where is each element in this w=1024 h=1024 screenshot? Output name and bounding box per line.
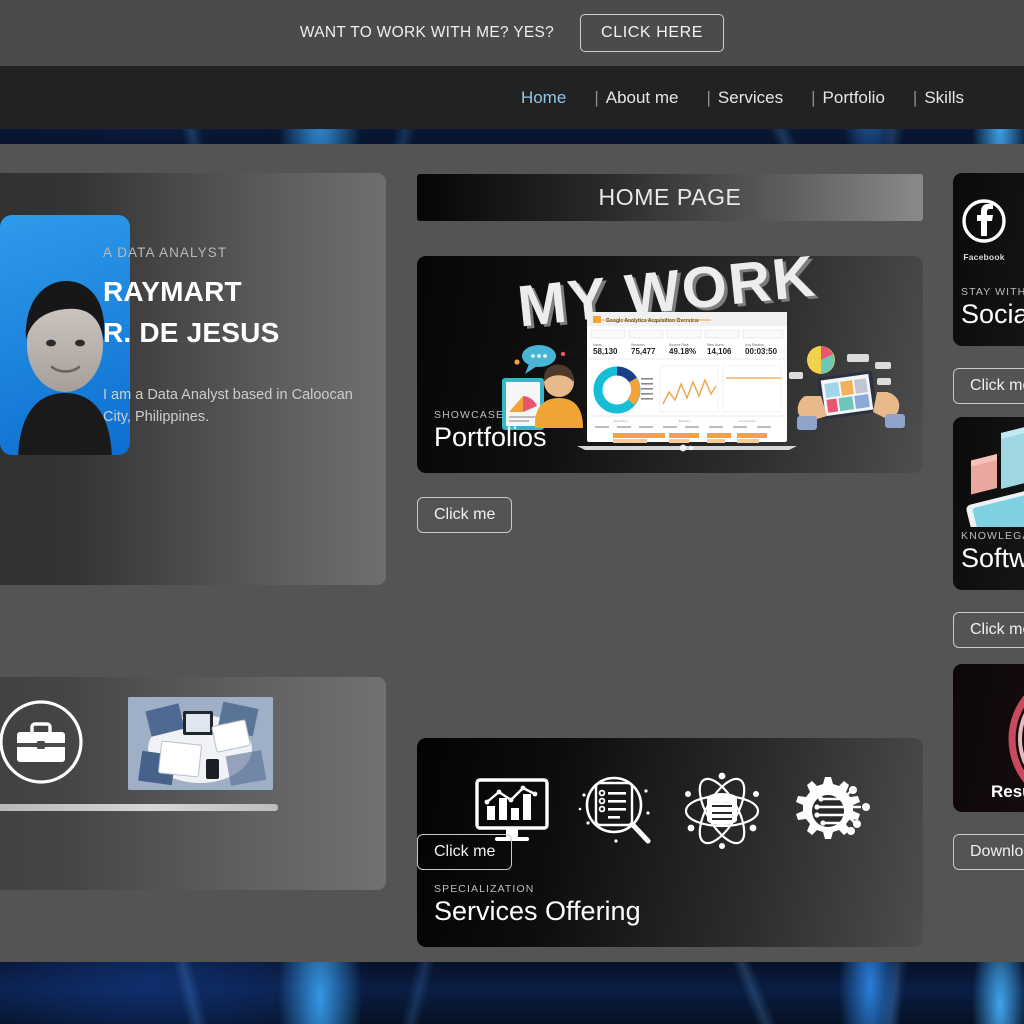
facebook-item[interactable]: Facebook [961, 198, 1007, 262]
experience-photo [128, 697, 273, 790]
social-title: Social Media [961, 299, 1024, 329]
facebook-label: Facebook [963, 252, 1005, 262]
nav-separator: | [912, 87, 918, 107]
team-meeting-illustration [128, 697, 273, 790]
resume-download-button[interactable]: Download [953, 834, 1024, 870]
svg-text:Conversions: Conversions [739, 419, 756, 423]
main-navigation: Home | About me | Services | Portfolio |… [0, 66, 1024, 129]
profile-info: A DATA ANALYST RAYMART R. DE JESUS I am … [103, 245, 363, 429]
software-illustration [966, 426, 1024, 527]
nav-separator: | [811, 87, 816, 107]
gear-circuit-icon [795, 777, 870, 839]
svg-text:58,130: 58,130 [593, 347, 618, 356]
software-card[interactable]: KNOWLEGABLE SKILLS Software [953, 417, 1024, 590]
nav-item-label: About me [605, 87, 679, 107]
portfolios-click-me-button[interactable]: Click me [417, 497, 513, 533]
nav-item-portfolio[interactable]: | Portfolio [797, 88, 899, 108]
nav-separator: | [594, 87, 599, 107]
experience-card[interactable]: Experience [0, 677, 386, 890]
resume-card[interactable]: Resume [953, 664, 1024, 812]
social-labels: STAY WITH ME Social Media [961, 286, 1024, 330]
briefcase-icon [0, 700, 83, 784]
portfolios-labels: SHOWCASE Portfolios [434, 409, 547, 453]
page-title: HOME PAGE [598, 184, 742, 210]
profile-kicker: A DATA ANALYST [103, 245, 228, 260]
nav-item-home[interactable]: Home [500, 88, 580, 108]
portfolios-title: Portfolios [434, 422, 547, 452]
nav-item-services[interactable]: | Services [693, 88, 798, 108]
nav-item-label: Services [717, 87, 784, 107]
tech-background-bottom [0, 960, 1024, 1024]
profile-name: RAYMART R. DE JESUS [103, 272, 363, 353]
home-page-header: HOME PAGE [417, 174, 923, 221]
svg-text:Google Analytics Acquisition O: Google Analytics Acquisition Overview [606, 318, 699, 324]
portfolios-card[interactable]: MY WORK MY WORK Google Analytics Acquisi… [417, 256, 923, 473]
experience-divider [0, 804, 278, 811]
svg-text:14,106: 14,106 [707, 347, 732, 356]
profile-name-line2: R. DE JESUS [103, 316, 280, 348]
software-title: Software [961, 543, 1024, 573]
social-media-card[interactable]: Facebook LinkedIn STAY WITH ME Social Me… [953, 173, 1024, 346]
page-stage: A DATA ANALYST RAYMART R. DE JESUS I am … [0, 144, 1024, 962]
profile-name-line1: RAYMART [103, 276, 242, 307]
social-kicker: STAY WITH ME [961, 286, 1024, 298]
profile-description: I am a Data Analyst based in Caloocan Ci… [103, 387, 353, 425]
svg-text:Behavior: Behavior [679, 419, 691, 423]
profile-card[interactable]: A DATA ANALYST RAYMART R. DE JESUS I am … [0, 173, 386, 585]
facebook-icon [962, 199, 1006, 243]
nav-item-skills[interactable]: | Skills [899, 88, 978, 108]
svg-text:Acquisition: Acquisition [613, 419, 628, 423]
services-labels: SPECIALIZATION Services Offering [434, 883, 641, 927]
portfolios-kicker: SHOWCASE [434, 409, 505, 421]
magnifier-checklist-icon [579, 776, 651, 844]
svg-text:00:03:50: 00:03:50 [745, 347, 778, 356]
resume-title: Resume [991, 782, 1024, 801]
promo-bar: WANT TO WORK WITH ME? YES? CLICK HERE [0, 0, 1024, 66]
click-here-button[interactable]: CLICK HERE [580, 14, 725, 52]
nav-item-label: Skills [924, 87, 964, 107]
nav-item-about-me[interactable]: | About me [580, 88, 692, 108]
svg-text:49.18%: 49.18% [669, 347, 696, 356]
nav-separator: | [706, 87, 711, 107]
services-title: Services Offering [434, 896, 641, 926]
atom-database-icon [684, 772, 759, 849]
software-kicker: KNOWLEGABLE SKILLS [961, 530, 1024, 542]
nav-item-label: Portfolio [822, 87, 885, 107]
services-click-me-button[interactable]: Click me [417, 834, 513, 870]
svg-text:75,477: 75,477 [631, 347, 656, 356]
social-click-me-button[interactable]: Click me [953, 368, 1024, 404]
software-labels: KNOWLEGABLE SKILLS Software [961, 530, 1024, 574]
services-kicker: SPECIALIZATION [434, 883, 535, 895]
nav-item-label: Home [520, 87, 567, 107]
services-icon-row [473, 766, 873, 856]
software-click-me-button[interactable]: Click me [953, 612, 1024, 648]
social-icon-row: Facebook LinkedIn [961, 198, 1024, 262]
promo-text: WANT TO WORK WITH ME? YES? [299, 24, 555, 41]
